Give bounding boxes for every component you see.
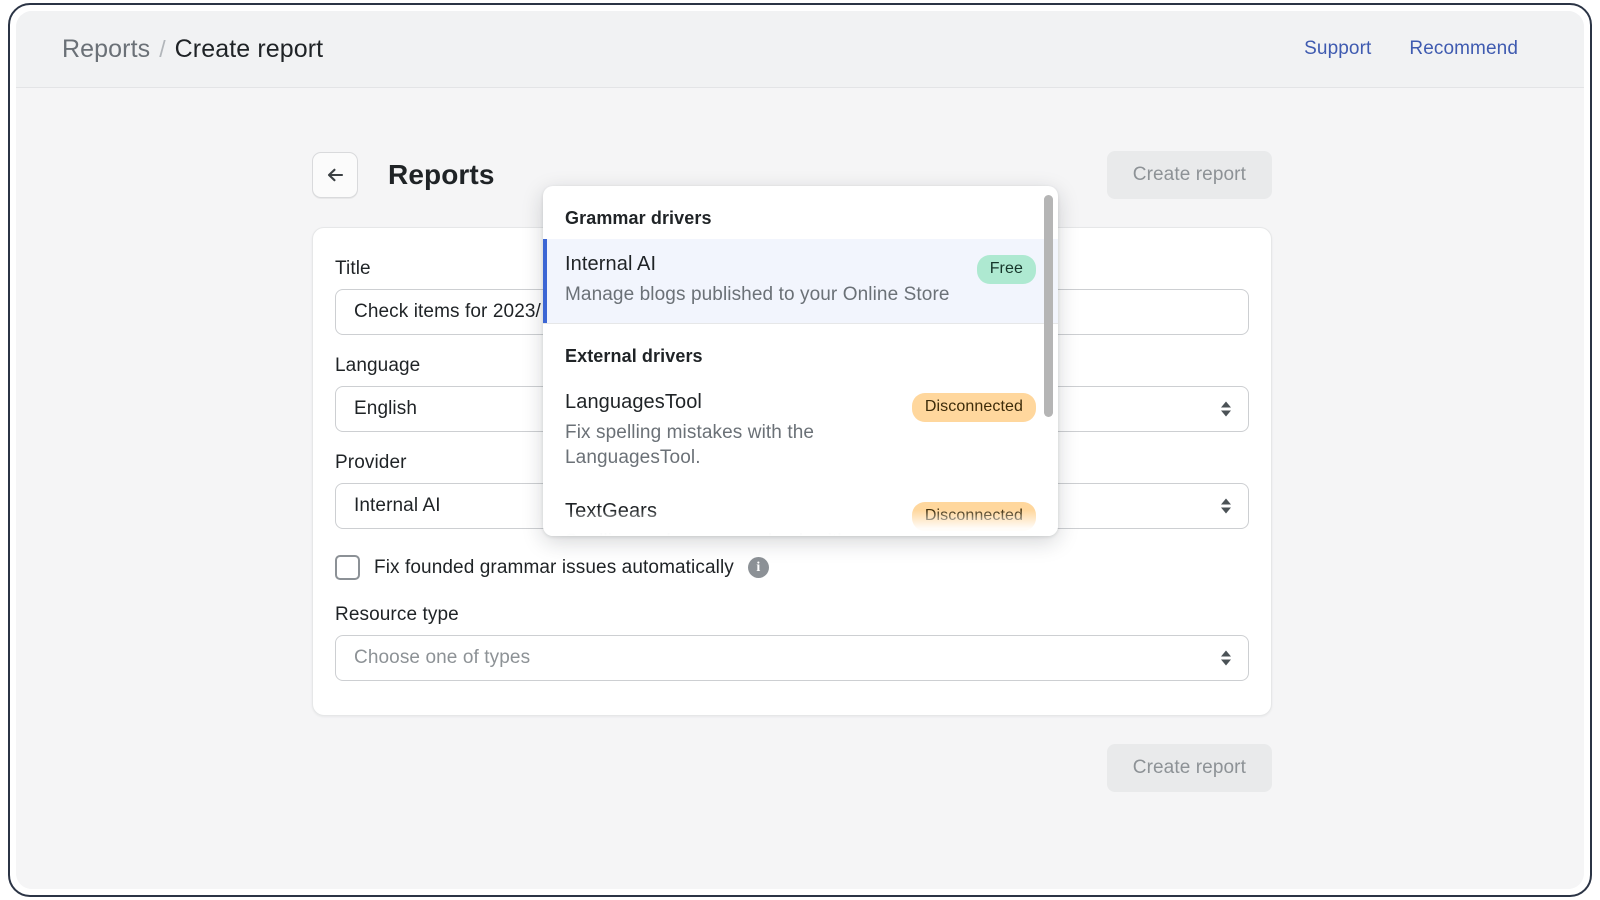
provider-dropdown-popup: Grammar drivers Internal AI Manage blogs…: [543, 186, 1058, 536]
chevron-updown-icon: [1221, 499, 1231, 514]
arrow-left-icon: [324, 164, 346, 186]
dropdown-group-title-grammar: Grammar drivers: [543, 186, 1058, 239]
dropdown-scrollbar-thumb[interactable]: [1044, 195, 1053, 417]
dropdown-option-textgears[interactable]: TextGears Spelling and grammar check wit…: [543, 486, 1058, 536]
breadcrumb-separator: /: [159, 36, 165, 63]
status-badge-free: Free: [977, 255, 1036, 284]
dropdown-option-description: Spelling and grammar check with: [565, 529, 896, 536]
create-report-button-top[interactable]: Create report: [1107, 151, 1272, 199]
dropdown-option-text: TextGears Spelling and grammar check wit…: [565, 500, 912, 536]
dropdown-option-name: LanguagesTool: [565, 391, 896, 414]
top-bar-links: Support Recommend: [1304, 38, 1518, 60]
dropdown-option-text: Internal AI Manage blogs published to yo…: [565, 253, 977, 307]
dropdown-option-internal-ai[interactable]: Internal AI Manage blogs published to yo…: [543, 239, 1058, 323]
dropdown-option-text: LanguagesTool Fix spelling mistakes with…: [565, 391, 912, 470]
app-viewport: Reports / Create report Support Recommen…: [16, 11, 1584, 889]
status-badge-disconnected: Disconnected: [912, 502, 1036, 531]
dropdown-option-name: TextGears: [565, 500, 896, 523]
card-footer: Create report: [312, 744, 1272, 792]
provider-dropdown-list: Grammar drivers Internal AI Manage blogs…: [543, 186, 1058, 536]
status-badge-disconnected: Disconnected: [912, 393, 1036, 422]
autofix-label: Fix founded grammar issues automatically: [374, 557, 734, 579]
provider-select-value: Internal AI: [354, 495, 441, 517]
autofix-row: Fix founded grammar issues automatically…: [335, 555, 1249, 580]
dropdown-option-name: Internal AI: [565, 253, 961, 276]
app-window: Reports / Create report Support Recommen…: [8, 3, 1592, 897]
breadcrumb-current: Create report: [175, 35, 324, 64]
chevron-updown-icon: [1221, 402, 1231, 417]
resource-type-select[interactable]: Choose one of types: [335, 635, 1249, 681]
chevron-updown-icon: [1221, 651, 1231, 666]
page-title: Reports: [388, 159, 495, 191]
dropdown-option-languagestool[interactable]: LanguagesTool Fix spelling mistakes with…: [543, 377, 1058, 486]
resource-type-select-value: Choose one of types: [354, 647, 530, 669]
create-report-button-bottom[interactable]: Create report: [1107, 744, 1272, 792]
field-resource-type: Resource type Choose one of types: [335, 604, 1249, 681]
page-body: Reports Create report Title Check items …: [16, 88, 1584, 889]
back-button[interactable]: [312, 152, 358, 198]
dropdown-option-description: Fix spelling mistakes with the Languages…: [565, 420, 896, 470]
language-select-value: English: [354, 398, 417, 420]
top-bar: Reports / Create report Support Recommen…: [16, 11, 1584, 88]
title-input-value: Check items for 2023/: [354, 301, 541, 323]
recommend-link[interactable]: Recommend: [1409, 38, 1518, 60]
dropdown-scrollbar[interactable]: [1044, 195, 1053, 527]
breadcrumb-reports-link[interactable]: Reports: [62, 35, 150, 64]
autofix-checkbox[interactable]: [335, 555, 360, 580]
dropdown-option-description: Manage blogs published to your Online St…: [565, 282, 961, 307]
breadcrumb: Reports / Create report: [62, 35, 323, 64]
info-icon[interactable]: i: [748, 557, 769, 578]
resource-type-label: Resource type: [335, 604, 1249, 626]
support-link[interactable]: Support: [1304, 38, 1371, 60]
dropdown-group-title-external: External drivers: [543, 324, 1058, 377]
